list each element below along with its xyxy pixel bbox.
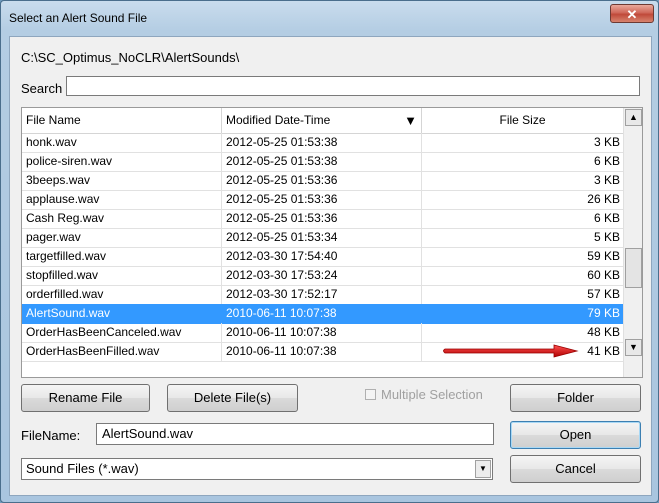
filename-input[interactable]: AlertSound.wav [96, 423, 494, 445]
file-name-cell: 3beeps.wav [22, 171, 222, 190]
table-row[interactable]: Cash Reg.wav 2012-05-25 01:53:36 6 KB [22, 209, 623, 229]
modified-cell: 2012-03-30 17:54:40 [222, 247, 422, 266]
modified-cell: 2012-03-30 17:53:24 [222, 266, 422, 285]
vertical-scrollbar[interactable]: ▲ ▼ [623, 108, 642, 377]
chevron-down-icon[interactable]: ▼ [475, 460, 491, 478]
multiple-selection-checkbox[interactable] [365, 389, 376, 400]
file-size-cell: 79 KB [587, 306, 620, 320]
scroll-thumb[interactable] [625, 248, 642, 288]
file-size-cell: 3 KB [593, 173, 620, 187]
open-button[interactable]: Open [510, 421, 641, 449]
multiple-selection-label: Multiple Selection [381, 387, 483, 402]
file-size-cell: 5 KB [593, 230, 620, 244]
title-bar[interactable]: Select an Alert Sound File ✕ [1, 1, 658, 35]
file-size-cell: 26 KB [587, 192, 620, 206]
file-name-cell: applause.wav [22, 190, 222, 209]
window-title: Select an Alert Sound File [9, 11, 148, 25]
table-row[interactable]: honk.wav 2012-05-25 01:53:38 3 KB [22, 133, 623, 153]
file-type-value: Sound Files (*.wav) [26, 461, 139, 476]
modified-cell: 2012-05-25 01:53:38 [222, 133, 422, 152]
table-row[interactable]: 3beeps.wav 2012-05-25 01:53:36 3 KB [22, 171, 623, 191]
table-row[interactable]: applause.wav 2012-05-25 01:53:36 26 KB [22, 190, 623, 210]
file-name-cell: Cash Reg.wav [22, 209, 222, 228]
modified-cell: 2010-06-11 10:07:38 [222, 304, 422, 323]
current-path: C:\SC_Optimus_NoCLR\AlertSounds\ [21, 50, 240, 65]
filename-label: FileName: [21, 428, 81, 443]
file-size-cell: 48 KB [587, 325, 620, 339]
file-name-cell: OrderHasBeenCanceled.wav [22, 323, 222, 342]
column-header-file-name[interactable]: File Name [22, 108, 222, 133]
file-size-cell: 3 KB [593, 135, 620, 149]
file-size-cell: 6 KB [593, 211, 620, 225]
table-row[interactable]: police-siren.wav 2012-05-25 01:53:38 6 KB [22, 152, 623, 172]
file-size-cell: 59 KB [587, 249, 620, 263]
modified-cell: 2012-05-25 01:53:36 [222, 209, 422, 228]
file-name-cell: OrderHasBeenFilled.wav [22, 342, 222, 361]
modified-cell: 2010-06-11 10:07:38 [222, 342, 422, 361]
file-list: File Name Modified Date-Time ▼ File Size… [21, 107, 643, 378]
column-header-modified[interactable]: Modified Date-Time ▼ [222, 108, 422, 133]
modified-cell: 2012-05-25 01:53:34 [222, 228, 422, 247]
rename-file-button[interactable]: Rename File [21, 384, 150, 412]
modified-cell: 2010-06-11 10:07:38 [222, 323, 422, 342]
modified-cell: 2012-05-25 01:53:36 [222, 171, 422, 190]
file-name-cell: AlertSound.wav [22, 304, 222, 323]
file-name-cell: orderfilled.wav [22, 285, 222, 304]
file-name-cell: stopfilled.wav [22, 266, 222, 285]
table-row-selected[interactable]: AlertSound.wav 2010-06-11 10:07:38 79 KB [22, 304, 623, 324]
file-name-cell: targetfilled.wav [22, 247, 222, 266]
table-row[interactable]: targetfilled.wav 2012-03-30 17:54:40 59 KB [22, 247, 623, 267]
dialog-body: C:\SC_Optimus_NoCLR\AlertSounds\ Search … [9, 36, 652, 496]
file-size-cell: 60 KB [587, 268, 620, 282]
column-header-file-size[interactable]: File Size [422, 108, 623, 133]
close-button[interactable]: ✕ [610, 4, 654, 23]
dialog-window: Select an Alert Sound File ✕ C:\SC_Optim… [0, 0, 659, 503]
column-header-modified-label: Modified Date-Time [226, 113, 331, 127]
folder-button[interactable]: Folder [510, 384, 641, 412]
search-label: Search [21, 81, 63, 96]
modified-cell: 2012-05-25 01:53:36 [222, 190, 422, 209]
table-row[interactable]: pager.wav 2012-05-25 01:53:34 5 KB [22, 228, 623, 248]
file-name-cell: pager.wav [22, 228, 222, 247]
table-row[interactable]: stopfilled.wav 2012-03-30 17:53:24 60 KB [22, 266, 623, 286]
scroll-up-button[interactable]: ▲ [625, 109, 642, 126]
sort-descending-icon: ▼ [404, 113, 417, 128]
close-icon: ✕ [626, 7, 638, 22]
cancel-button[interactable]: Cancel [510, 455, 641, 483]
file-list-header: File Name Modified Date-Time ▼ File Size [22, 108, 623, 134]
modified-cell: 2012-03-30 17:52:17 [222, 285, 422, 304]
file-name-cell: honk.wav [22, 133, 222, 152]
file-type-select[interactable]: Sound Files (*.wav) ▼ [21, 458, 493, 480]
file-size-cell: 57 KB [587, 287, 620, 301]
table-row[interactable]: OrderHasBeenCanceled.wav 2010-06-11 10:07… [22, 323, 623, 343]
delete-files-button[interactable]: Delete File(s) [167, 384, 298, 412]
red-arrow-annotation [443, 344, 579, 358]
search-input[interactable] [66, 76, 640, 96]
modified-cell: 2012-05-25 01:53:38 [222, 152, 422, 171]
file-size-cell: 6 KB [593, 154, 620, 168]
scroll-down-button[interactable]: ▼ [625, 339, 642, 356]
table-row[interactable]: orderfilled.wav 2012-03-30 17:52:17 57 KB [22, 285, 623, 305]
file-name-cell: police-siren.wav [22, 152, 222, 171]
file-list-viewport: File Name Modified Date-Time ▼ File Size… [22, 108, 623, 377]
